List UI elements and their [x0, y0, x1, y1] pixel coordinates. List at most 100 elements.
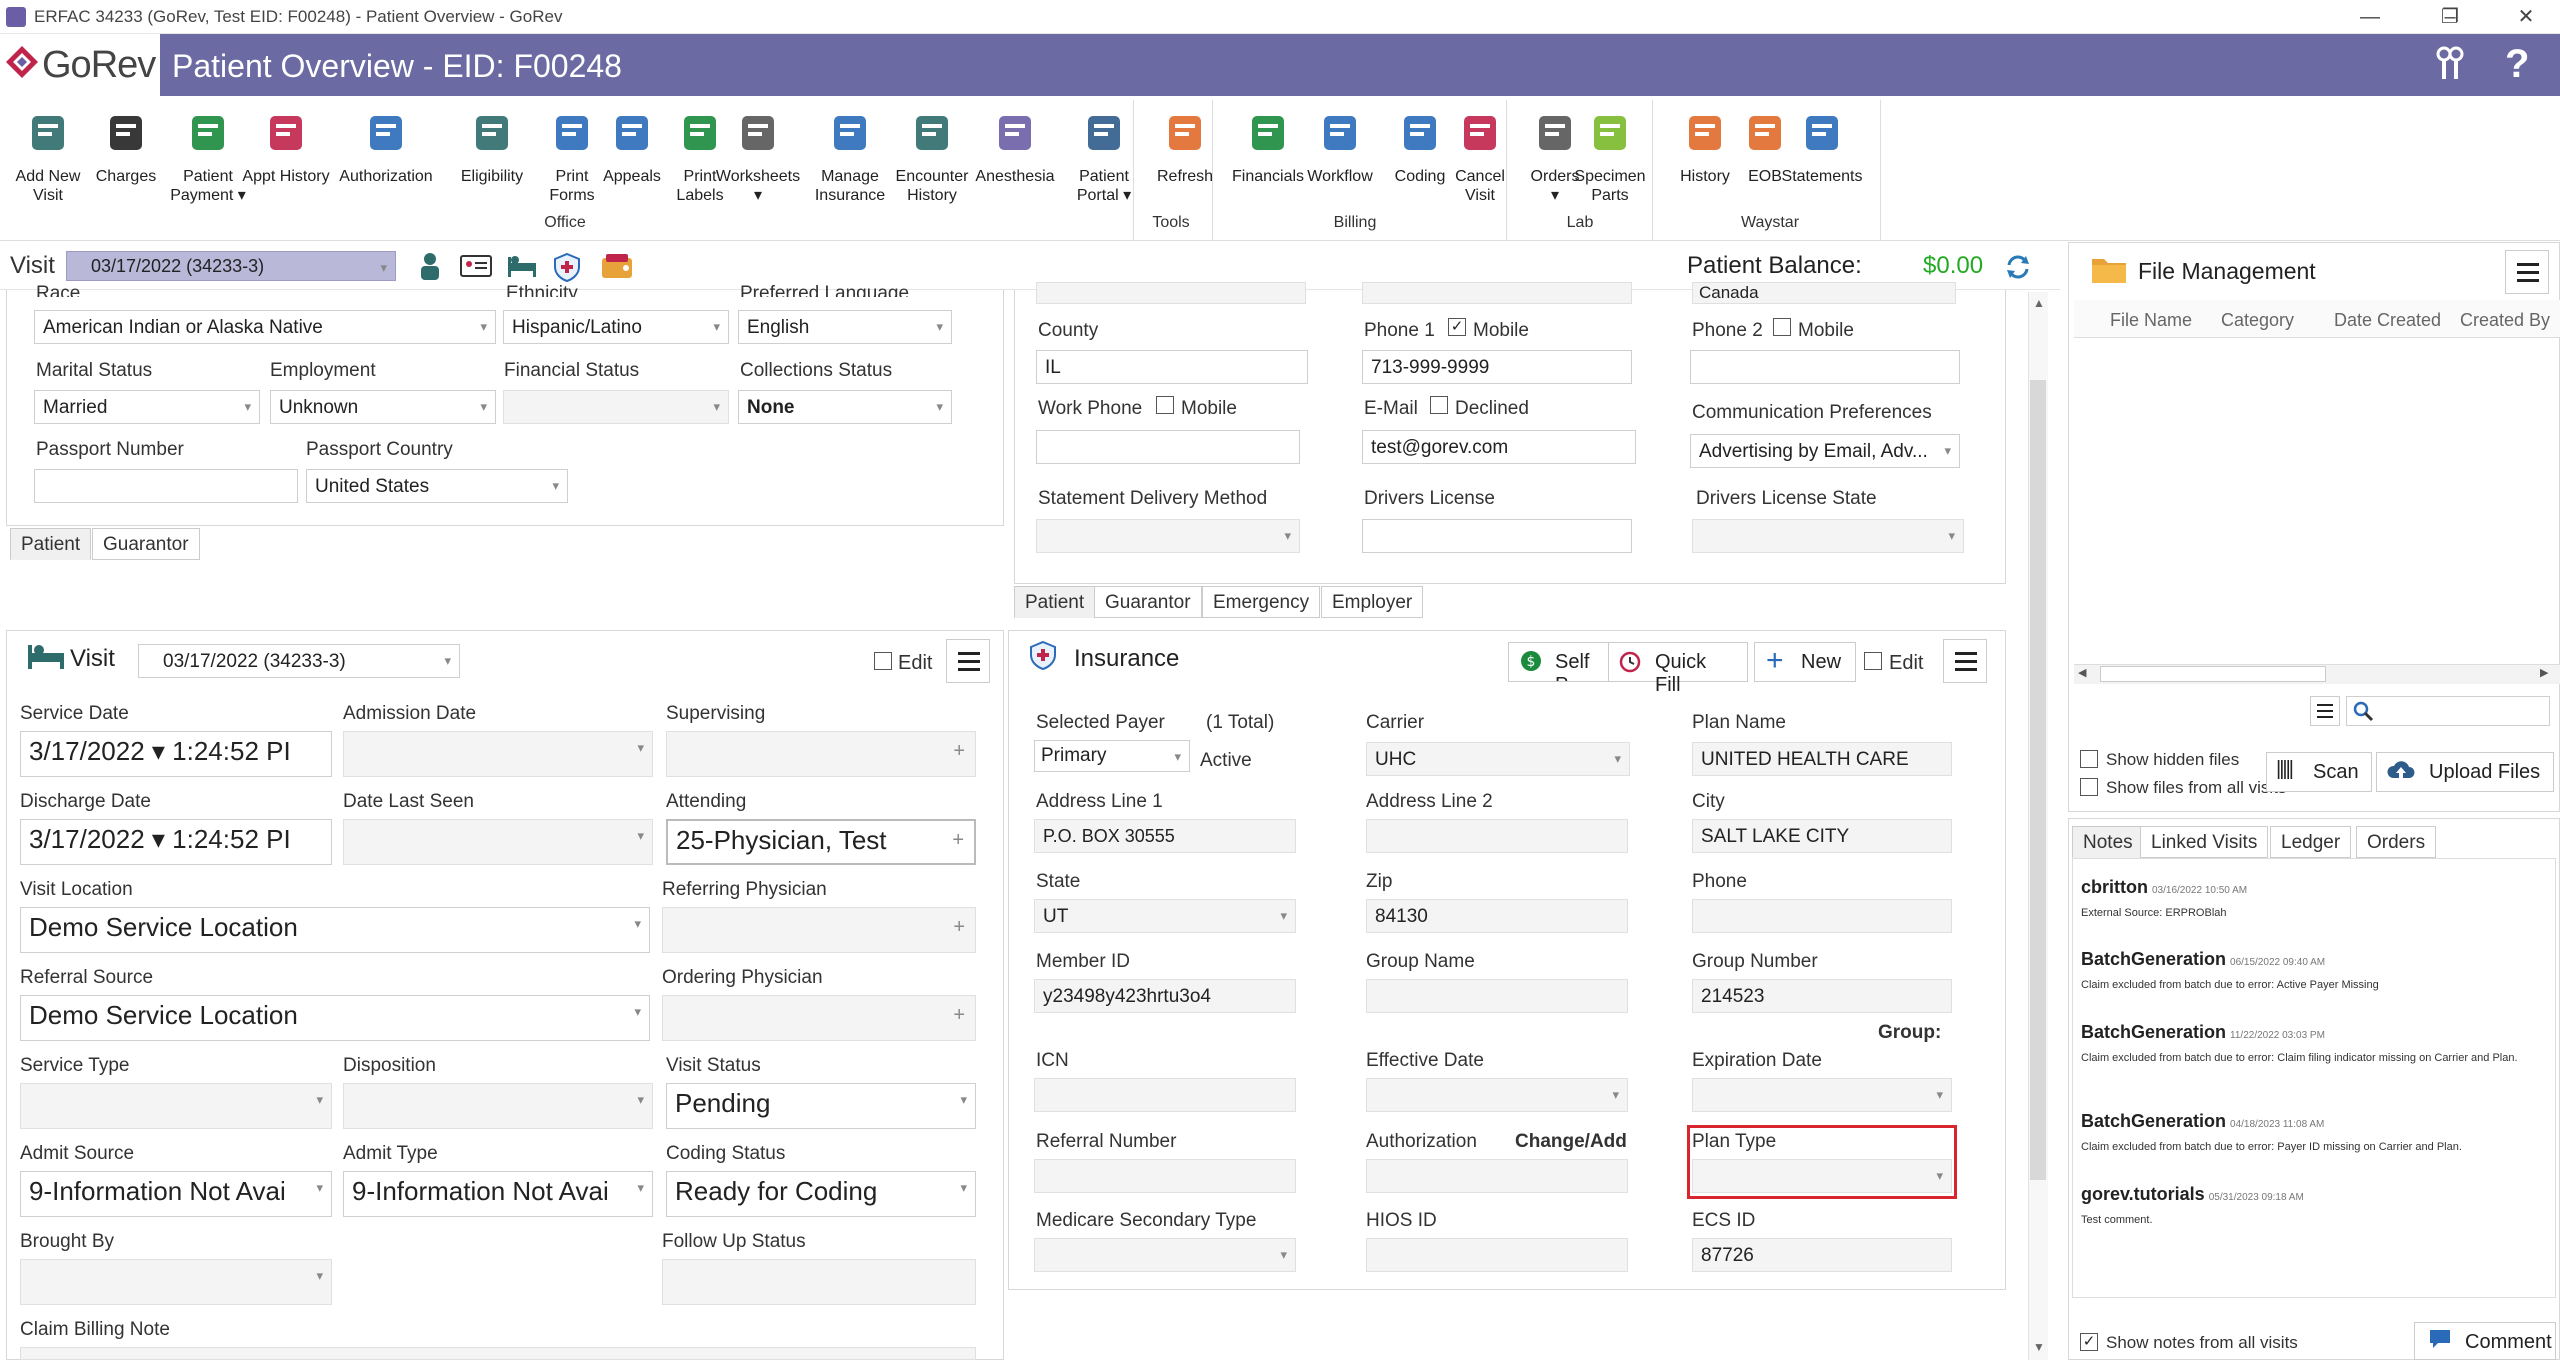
- brought-by-select[interactable]: [20, 1259, 332, 1305]
- authorization-field[interactable]: [1366, 1159, 1628, 1193]
- tab-linked-visits[interactable]: Linked Visits: [2140, 826, 2269, 858]
- discharge-date-picker[interactable]: 3/17/2022 ▾ 1:24:52 PI: [20, 819, 332, 865]
- group-number-field[interactable]: 214523: [1692, 979, 1952, 1013]
- file-menu-button[interactable]: [2505, 250, 2549, 294]
- financial-select[interactable]: [503, 390, 729, 424]
- referral-source-select[interactable]: Demo Service Location: [20, 995, 650, 1041]
- visit-edit-checkbox[interactable]: [874, 652, 892, 670]
- phone2-input[interactable]: [1690, 350, 1960, 384]
- col-category[interactable]: Category: [2221, 310, 2294, 331]
- referring-physician-input[interactable]: [662, 907, 976, 953]
- sync-icon[interactable]: [2004, 253, 2032, 281]
- group-name-field[interactable]: [1366, 979, 1628, 1013]
- close-button[interactable]: ✕: [2496, 2, 2556, 32]
- service-date-picker[interactable]: 3/17/2022 ▾ 1:24:52 PI: [20, 731, 332, 777]
- coding-status-select[interactable]: Ready for Coding: [666, 1171, 976, 1217]
- visit-panel-select[interactable]: 03/17/2022 (34233-3): [138, 644, 460, 678]
- comm-pref-select[interactable]: Advertising by Email, Adv...: [1690, 434, 1960, 468]
- work-mobile-checkbox[interactable]: [1156, 396, 1174, 414]
- show-all-notes-checkbox[interactable]: ✓: [2080, 1333, 2098, 1351]
- tab-guarantor[interactable]: Guarantor: [92, 528, 200, 560]
- address1-field[interactable]: P.O. BOX 30555: [1034, 819, 1296, 853]
- wallet-icon[interactable]: [600, 252, 634, 282]
- tab-orders[interactable]: Orders: [2356, 826, 2437, 858]
- admit-source-select[interactable]: 9-Information Not Avai: [20, 1171, 332, 1217]
- phone1-mobile-checkbox[interactable]: ✓: [1448, 318, 1466, 336]
- follow-up-input[interactable]: [662, 1259, 976, 1305]
- ribbon-button-statements[interactable]: Statements: [1772, 108, 1872, 186]
- minimize-btn[interactable]: —: [2340, 2, 2400, 32]
- tab-contact-emergency[interactable]: Emergency: [1202, 586, 1321, 618]
- claim-billing-note-input[interactable]: [20, 1347, 976, 1360]
- attending-input[interactable]: 25-Physician, Test: [666, 819, 976, 865]
- effective-date-picker[interactable]: [1366, 1078, 1628, 1112]
- insurance-icon[interactable]: [552, 252, 582, 282]
- help-icon[interactable]: ?: [2505, 42, 2529, 87]
- state-select[interactable]: UT: [1034, 899, 1296, 933]
- ribbon-button-authorization[interactable]: Authorization: [336, 108, 436, 186]
- col-date-created[interactable]: Date Created: [2334, 310, 2441, 331]
- drivers-license-input[interactable]: [1362, 519, 1632, 553]
- disposition-select[interactable]: [343, 1083, 653, 1129]
- marital-select[interactable]: Married: [34, 390, 260, 424]
- col-file-name[interactable]: File Name: [2110, 310, 2192, 331]
- icn-field[interactable]: [1034, 1078, 1296, 1112]
- file-search-input[interactable]: [2346, 696, 2550, 726]
- id-card-icon[interactable]: [460, 255, 492, 277]
- passport-input[interactable]: [34, 469, 298, 503]
- ribbon-button-specimen-parts[interactable]: Specimen Parts: [1560, 108, 1660, 205]
- medicare-secondary-select[interactable]: [1034, 1238, 1296, 1272]
- scroll-right-icon[interactable]: ▶: [2540, 666, 2548, 679]
- tab-notes[interactable]: Notes: [2072, 826, 2144, 858]
- maximize-button[interactable]: ❐: [2420, 2, 2480, 32]
- service-type-select[interactable]: [20, 1083, 332, 1129]
- change-add-link[interactable]: Change/Add: [1515, 1131, 1627, 1153]
- plan-name-field[interactable]: UNITED HEALTH CARE: [1692, 742, 1952, 776]
- referral-number-field[interactable]: [1034, 1159, 1296, 1193]
- scroll-left-icon[interactable]: ◀: [2078, 666, 2086, 679]
- ribbon-button-worksheets--[interactable]: Worksheets ▾: [708, 108, 808, 205]
- doctor-icon[interactable]: [418, 251, 442, 281]
- phone-field[interactable]: [1692, 899, 1952, 933]
- phone1-input[interactable]: 713-999-9999: [1362, 350, 1632, 384]
- ecs-id-field[interactable]: 87726: [1692, 1238, 1952, 1272]
- tab-contact-employer[interactable]: Employer: [1321, 586, 1424, 618]
- county-input[interactable]: IL: [1036, 350, 1308, 384]
- language-select[interactable]: English: [738, 310, 952, 344]
- employment-select[interactable]: Unknown: [270, 390, 496, 424]
- expiration-date-picker[interactable]: [1692, 1078, 1952, 1112]
- statement-delivery-select[interactable]: [1036, 519, 1300, 553]
- city-field[interactable]: SALT LAKE CITY: [1692, 819, 1952, 853]
- admission-date-picker[interactable]: [343, 731, 653, 777]
- email-input[interactable]: test@gorev.com: [1362, 430, 1636, 464]
- collections-select[interactable]: None: [738, 390, 952, 424]
- payer-select[interactable]: Primary: [1034, 740, 1190, 772]
- hios-id-field[interactable]: [1366, 1238, 1628, 1272]
- last-seen-picker[interactable]: [343, 819, 653, 865]
- tab-patient[interactable]: Patient: [10, 528, 92, 560]
- race-select[interactable]: American Indian or Alaska Native: [34, 310, 496, 344]
- carrier-select[interactable]: UHC: [1366, 742, 1630, 776]
- visit-menu-button[interactable]: [946, 639, 990, 683]
- ordering-physician-input[interactable]: [662, 995, 976, 1041]
- scroll-down-icon[interactable]: ▼: [2033, 1340, 2045, 1354]
- file-hscroll-thumb[interactable]: [2100, 666, 2326, 682]
- insurance-menu-button[interactable]: [1943, 639, 1987, 683]
- scroll-thumb[interactable]: [2030, 380, 2046, 1180]
- ribbon-button-appt-history[interactable]: Appt History: [236, 108, 336, 186]
- drivers-license-state-select[interactable]: [1692, 519, 1964, 553]
- show-all-files-checkbox[interactable]: [2080, 778, 2098, 796]
- visit-location-select[interactable]: Demo Service Location: [20, 907, 650, 953]
- visit-status-select[interactable]: Pending: [666, 1083, 976, 1129]
- passport-country-select[interactable]: United States: [306, 469, 568, 503]
- tab-contact-patient[interactable]: Patient: [1014, 586, 1096, 618]
- work-phone-input[interactable]: [1036, 430, 1300, 464]
- show-hidden-checkbox[interactable]: [2080, 750, 2098, 768]
- tab-contact-guarantor[interactable]: Guarantor: [1094, 586, 1202, 618]
- insurance-edit-checkbox[interactable]: [1864, 652, 1882, 670]
- visit-select[interactable]: 03/17/2022 (34233-3): [66, 251, 396, 281]
- file-list-menu-button[interactable]: [2310, 696, 2340, 726]
- supervising-input[interactable]: [666, 731, 976, 777]
- ribbon-button-anesthesia[interactable]: Anesthesia: [965, 108, 1065, 186]
- address2-field[interactable]: [1366, 819, 1628, 853]
